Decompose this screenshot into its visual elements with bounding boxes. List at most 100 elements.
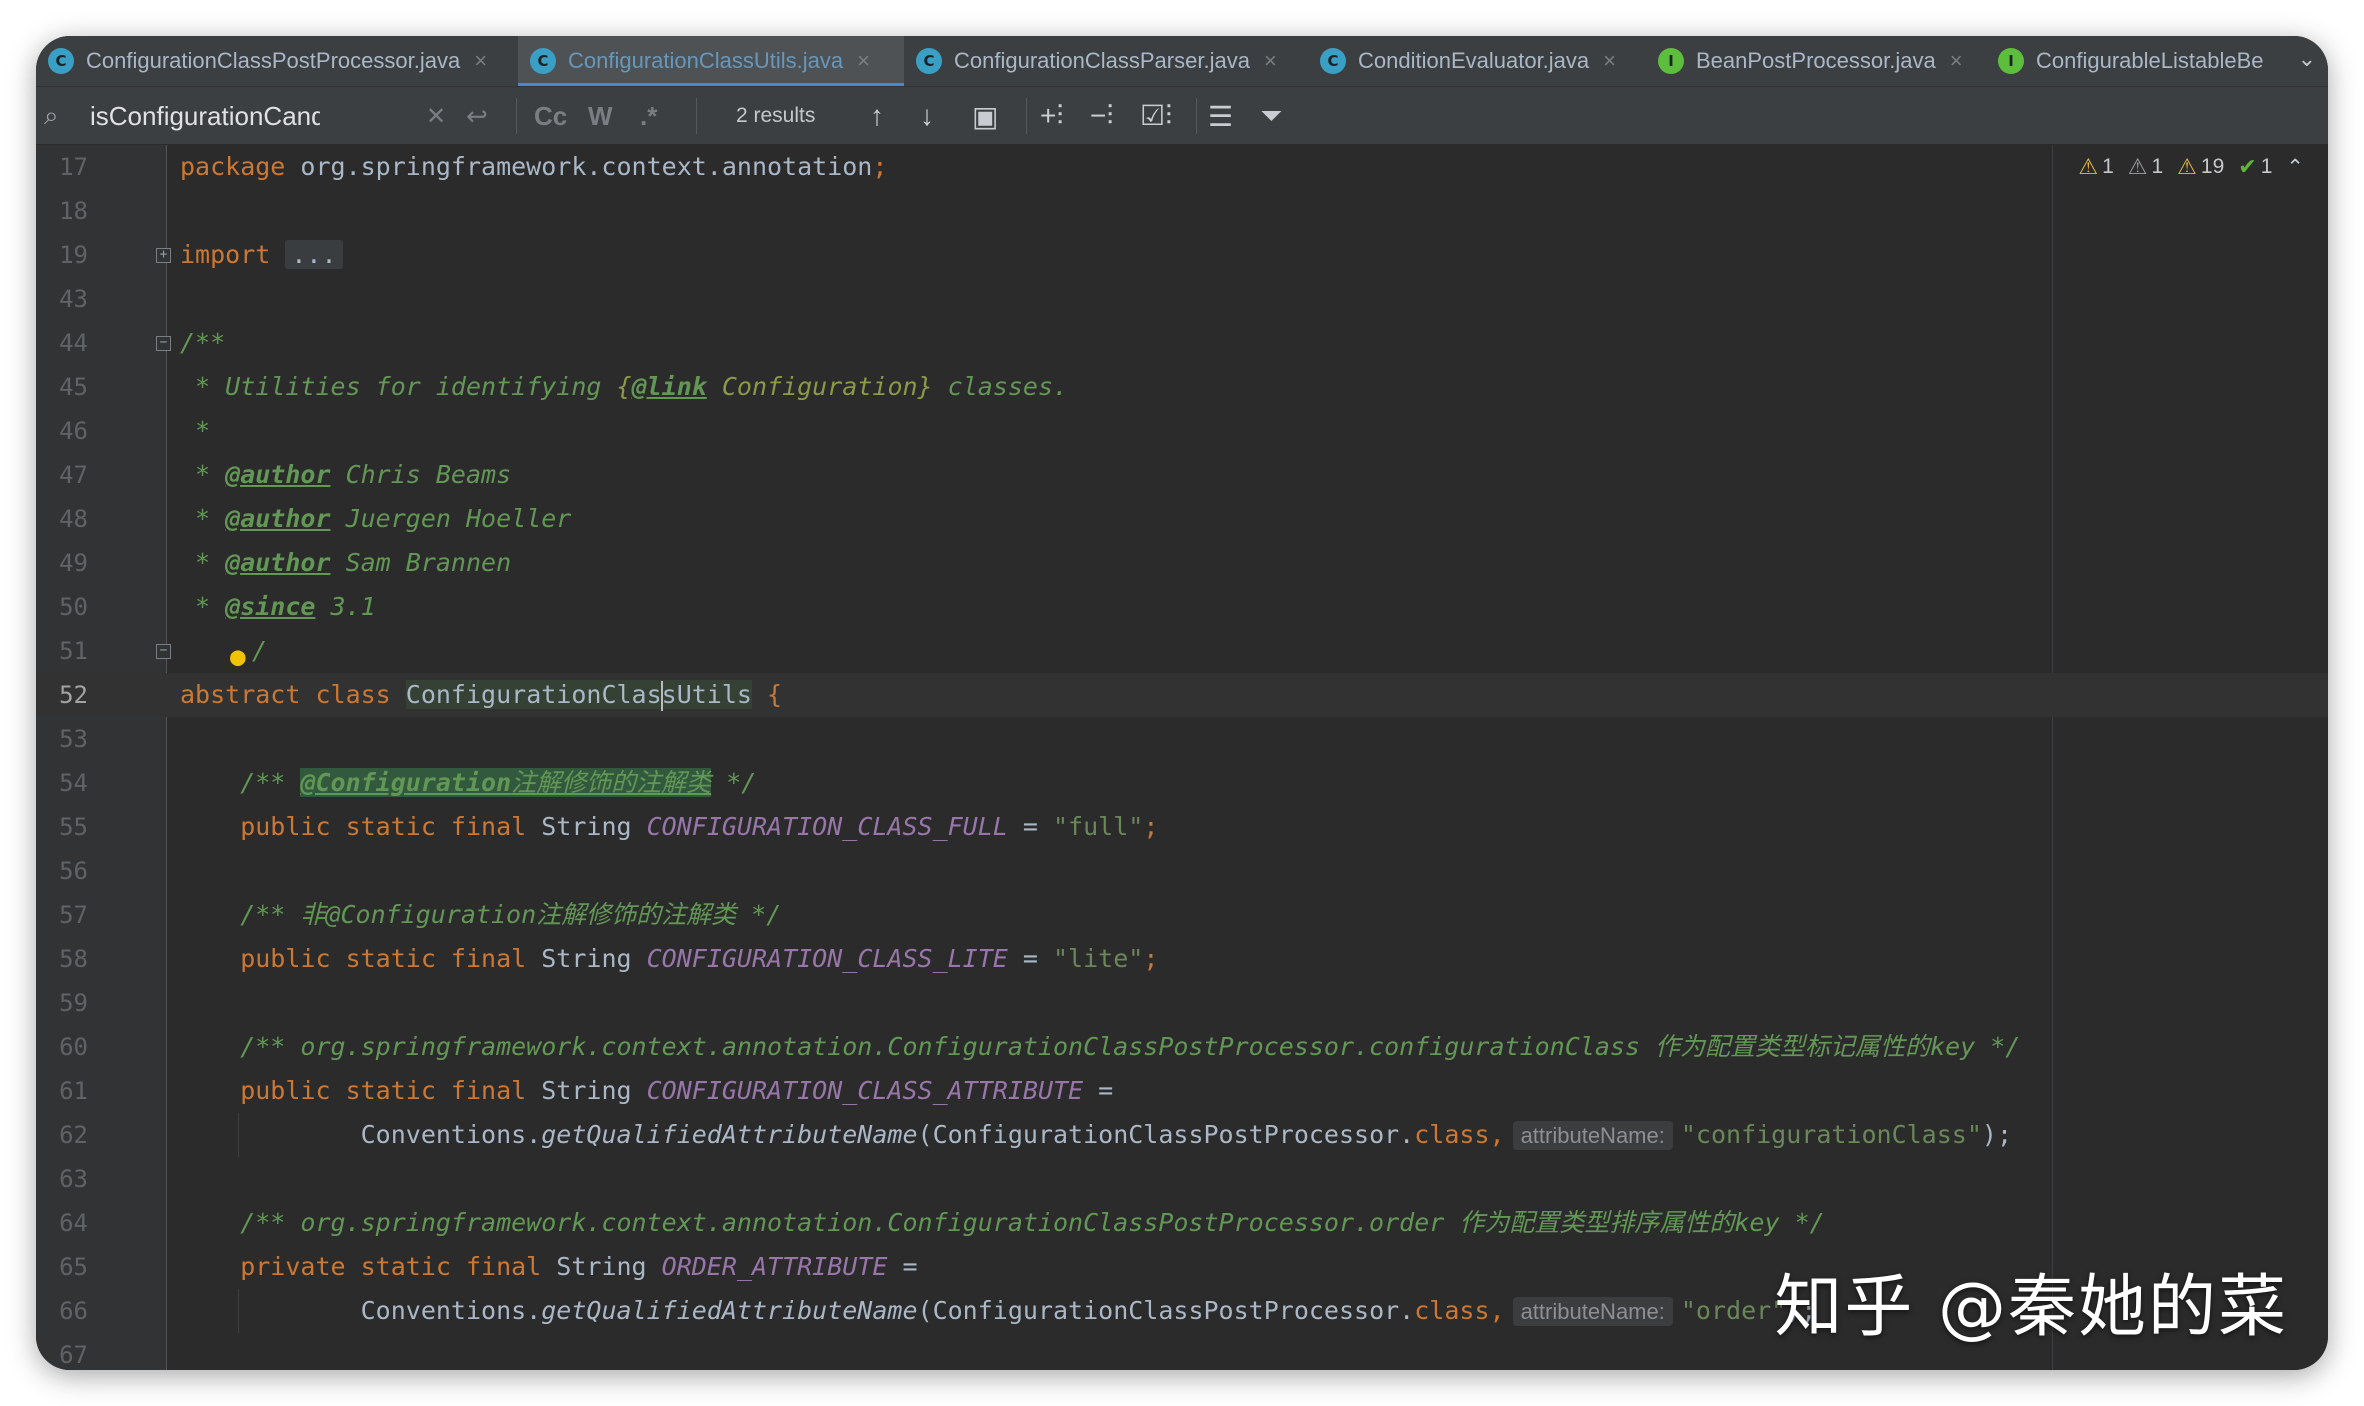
close-icon[interactable]: × bbox=[1264, 48, 1277, 74]
line-number: 63 bbox=[59, 1165, 88, 1193]
search-results-count: 2 results bbox=[736, 104, 816, 127]
tab-condition-evaluator[interactable]: C ConditionEvaluator.java × bbox=[1308, 36, 1646, 86]
code-line[interactable]: 59 bbox=[36, 981, 2328, 1025]
search-match-highlight: @Configuration注解修饰的注解类 bbox=[300, 768, 712, 797]
tab-label: ConditionEvaluator.java bbox=[1358, 48, 1590, 73]
remove-occurrence-icon[interactable]: −⫶ bbox=[1090, 87, 1113, 145]
tab-configuration-class-utils[interactable]: C ConfigurationClassUtils.java × bbox=[518, 36, 904, 86]
tab-configuration-class-parser[interactable]: C ConfigurationClassParser.java × bbox=[904, 36, 1308, 86]
code-text: public static final String CONFIGURATION… bbox=[180, 812, 1159, 841]
code-line[interactable]: 50 * @since 3.1 bbox=[36, 585, 2328, 629]
code-text: Conventions.getQualifiedAttributeName(Co… bbox=[180, 1120, 2012, 1150]
line-number: 67 bbox=[59, 1341, 88, 1369]
toolbar-divider bbox=[1026, 98, 1027, 134]
code-line[interactable]: 57 /** 非@Configuration注解修饰的注解类 */ bbox=[36, 893, 2328, 937]
code-text: abstract class ConfigurationClassUtils { bbox=[180, 680, 783, 711]
select-all-occurrences-icon[interactable]: ☑⫶ bbox=[1140, 87, 1172, 145]
code-text: / bbox=[252, 636, 268, 665]
line-number: 55 bbox=[59, 813, 88, 841]
code-text: * @author Sam Brannen bbox=[180, 548, 512, 577]
fold-collapse-icon[interactable]: − bbox=[156, 644, 171, 659]
line-number: 64 bbox=[59, 1209, 88, 1237]
folded-region[interactable]: ... bbox=[285, 240, 343, 269]
code-line[interactable]: 46 * bbox=[36, 409, 2328, 453]
line-number: 43 bbox=[59, 285, 88, 313]
line-number: 50 bbox=[59, 593, 88, 621]
code-line[interactable]: 17 package org.springframework.context.a… bbox=[36, 145, 2328, 189]
code-editor[interactable]: ⚠ 1 ⚠ 1 ⚠ 19 ✔ 1 ⌃ 17 package org.springfram… bbox=[36, 145, 2328, 1370]
clear-search-icon[interactable]: ✕ bbox=[426, 87, 446, 145]
code-line[interactable]: 44 − /** bbox=[36, 321, 2328, 365]
code-line[interactable]: 64 /** org.springframework.context.annot… bbox=[36, 1201, 2328, 1245]
code-line[interactable]: 55 public static final String CONFIGURAT… bbox=[36, 805, 2328, 849]
line-number: 46 bbox=[59, 417, 88, 445]
watermark: 知乎 @秦她的菜 bbox=[1774, 1268, 2288, 1347]
tab-label: ConfigurationClassUtils.java bbox=[568, 48, 844, 73]
code-line[interactable]: 54 /** @Configuration注解修饰的注解类 */ bbox=[36, 761, 2328, 805]
tab-label: BeanPostProcessor.java bbox=[1696, 48, 1936, 73]
close-icon[interactable]: × bbox=[1950, 48, 1963, 74]
line-number: 62 bbox=[59, 1121, 88, 1149]
line-number: 54 bbox=[59, 769, 88, 797]
code-line[interactable]: 61 public static final String CONFIGURAT… bbox=[36, 1069, 2328, 1113]
parameter-hint: attributeName: bbox=[1512, 1121, 1673, 1150]
code-line-current[interactable]: 52 abstract class ConfigurationClassUtil… bbox=[36, 673, 2328, 717]
line-number: 53 bbox=[59, 725, 88, 753]
add-occurrence-icon[interactable]: +⫶ bbox=[1040, 87, 1063, 145]
line-number: 18 bbox=[59, 197, 88, 225]
ide-window: C ConfigurationClassPostProcessor.java ×… bbox=[36, 36, 2328, 1370]
fold-expand-icon[interactable]: + bbox=[156, 248, 171, 263]
line-number: 17 bbox=[59, 153, 88, 181]
code-line[interactable]: 58 public static final String CONFIGURAT… bbox=[36, 937, 2328, 981]
code-line[interactable]: 63 bbox=[36, 1157, 2328, 1201]
toolbar-divider bbox=[516, 98, 517, 134]
filter-icon[interactable]: ⏷ bbox=[1260, 87, 1282, 145]
line-number: 65 bbox=[59, 1253, 88, 1281]
line-number: 60 bbox=[59, 1033, 88, 1061]
regex-toggle[interactable]: .* bbox=[640, 87, 657, 145]
code-line[interactable]: 45 * Utilities for identifying {@link Co… bbox=[36, 365, 2328, 409]
fold-collapse-icon[interactable]: − bbox=[156, 336, 171, 351]
close-icon[interactable]: × bbox=[857, 48, 870, 74]
code-text: /** 非@Configuration注解修饰的注解类 */ bbox=[180, 900, 782, 929]
search-icon[interactable]: ⌕ bbox=[44, 87, 59, 145]
identifier-highlight: ConfigurationClassUtils bbox=[405, 680, 752, 711]
toolbar-divider bbox=[696, 98, 697, 134]
whole-words-toggle[interactable]: W bbox=[588, 87, 613, 145]
code-text: Conventions.getQualifiedAttributeName(Co… bbox=[180, 1296, 1817, 1326]
code-line[interactable]: 51 − ● / bbox=[36, 629, 2328, 673]
close-icon[interactable]: × bbox=[1603, 48, 1616, 74]
line-number: 59 bbox=[59, 989, 88, 1017]
next-occurrence-icon[interactable]: ↓ bbox=[920, 87, 934, 145]
class-icon: C bbox=[530, 48, 556, 74]
close-icon[interactable]: × bbox=[474, 48, 487, 74]
code-line[interactable]: 56 bbox=[36, 849, 2328, 893]
code-line[interactable]: 43 bbox=[36, 277, 2328, 321]
code-line[interactable]: 60 /** org.springframework.context.annot… bbox=[36, 1025, 2328, 1069]
code-line[interactable]: 48 * @author Juergen Hoeller bbox=[36, 497, 2328, 541]
code-text: * bbox=[180, 416, 211, 445]
line-number: 49 bbox=[59, 549, 88, 577]
tab-list-chevron-icon[interactable]: ⌄ bbox=[2298, 46, 2316, 72]
filter-search-results-icon[interactable]: ☰ bbox=[1208, 87, 1233, 145]
line-number: 56 bbox=[59, 857, 88, 885]
code-line[interactable]: 49 * @author Sam Brannen bbox=[36, 541, 2328, 585]
search-input[interactable] bbox=[90, 87, 320, 145]
code-line[interactable]: 62 Conventions.getQualifiedAttributeName… bbox=[36, 1113, 2328, 1157]
tab-bean-post-processor[interactable]: I BeanPostProcessor.java × bbox=[1646, 36, 1986, 86]
code-line[interactable]: 18 bbox=[36, 189, 2328, 233]
previous-occurrence-icon[interactable]: ↑ bbox=[870, 87, 884, 145]
tab-configuration-class-post-processor[interactable]: C ConfigurationClassPostProcessor.java × bbox=[36, 36, 518, 86]
code-line[interactable]: 19 + import ... bbox=[36, 233, 2328, 277]
parameter-hint: attributeName: bbox=[1512, 1297, 1673, 1326]
new-line-icon[interactable]: ↩ bbox=[466, 87, 488, 145]
match-case-toggle[interactable]: Cc bbox=[534, 87, 567, 145]
tab-label: ConfigurableListableBe bbox=[2036, 48, 2264, 73]
line-number: 52 bbox=[59, 681, 88, 709]
code-text: * @author Juergen Hoeller bbox=[180, 504, 572, 533]
tab-configurable-listable-bean-factory[interactable]: I ConfigurableListableBe bbox=[1986, 36, 2286, 86]
code-line[interactable]: 53 bbox=[36, 717, 2328, 761]
show-in-find-window-icon[interactable]: ▣ bbox=[972, 87, 998, 145]
code-line[interactable]: 47 * @author Chris Beams bbox=[36, 453, 2328, 497]
line-number: 48 bbox=[59, 505, 88, 533]
